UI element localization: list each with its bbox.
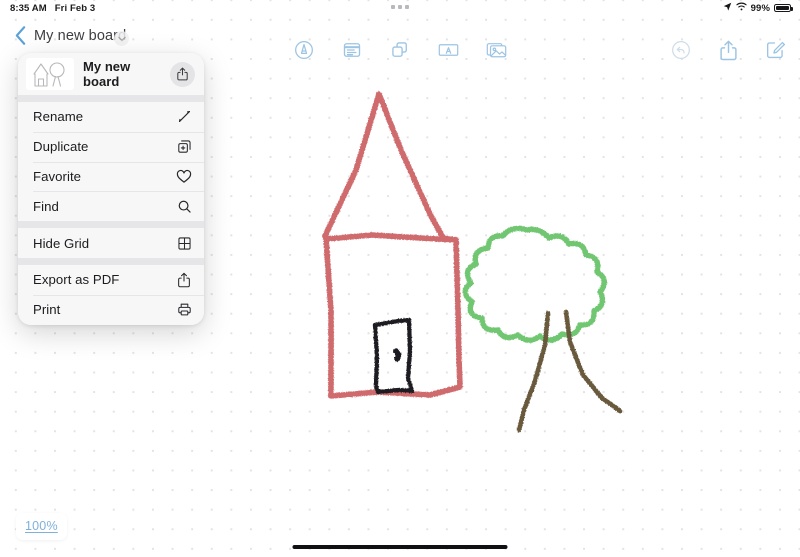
status-bar-right: 99%	[723, 2, 800, 14]
popover-board-title: My new board	[83, 59, 131, 89]
share-up-arrow-icon	[175, 271, 193, 289]
popover-group-1: Rename Duplicate Favorite Find	[18, 102, 204, 222]
popover-group-3: Export as PDF Print	[18, 264, 204, 325]
tree-trunk-sketch	[516, 309, 623, 433]
compose-button[interactable]	[762, 37, 788, 63]
pencil-icon	[175, 108, 193, 126]
text-tool-button[interactable]	[435, 37, 461, 63]
status-bar-left: 8:35 AM Fri Feb 3	[0, 3, 95, 14]
door-sketch	[372, 317, 415, 395]
menu-item-label: Rename	[33, 109, 84, 125]
battery-icon	[774, 3, 793, 13]
status-bar: 8:35 AM Fri Feb 3 99%	[0, 0, 800, 16]
zoom-level-badge[interactable]: 100%	[16, 513, 67, 540]
board-options-popover: My new board Rename Duplicate Favorite F…	[18, 53, 204, 325]
menu-item-label: Duplicate	[33, 139, 89, 155]
duplicate-plus-icon	[175, 138, 193, 156]
location-arrow-icon	[723, 2, 732, 14]
nav-bar: My new board	[0, 16, 800, 60]
popover-share-button[interactable]	[170, 61, 195, 87]
status-date: Fri Feb 3	[54, 2, 96, 14]
battery-percent: 99%	[750, 2, 770, 14]
undo-button[interactable]	[668, 37, 694, 63]
back-button[interactable]	[9, 23, 31, 47]
menu-item-label: Hide Grid	[33, 235, 90, 251]
shapes-tool-button[interactable]	[387, 37, 413, 63]
popover-group-2: Hide Grid	[18, 228, 204, 258]
popover-header: My new board	[18, 53, 204, 95]
menu-item-hide-grid[interactable]: Hide Grid	[18, 228, 204, 258]
menu-item-rename[interactable]: Rename	[18, 102, 204, 132]
tree-canopy-sketch	[462, 225, 607, 343]
note-tool-button[interactable]	[339, 37, 365, 63]
menu-item-export-as-pdf[interactable]: Export as PDF	[18, 265, 204, 295]
chevron-down-icon[interactable]	[114, 31, 129, 46]
status-time: 8:35 AM	[10, 2, 47, 14]
popover-divider	[18, 221, 204, 229]
home-indicator[interactable]	[292, 544, 508, 549]
wifi-icon	[736, 2, 747, 14]
menu-item-label: Favorite	[33, 168, 82, 184]
menu-item-favorite[interactable]: Favorite	[18, 161, 204, 192]
magnifier-icon	[175, 197, 193, 215]
page-title[interactable]: My new board	[34, 28, 126, 44]
zoom-level-label[interactable]: 100%	[25, 519, 58, 533]
menu-item-find[interactable]: Find	[18, 191, 204, 221]
menu-item-label: Export as PDF	[33, 272, 120, 288]
menu-item-label: Print	[33, 302, 61, 318]
multitasking-dots-icon[interactable]	[391, 5, 409, 9]
heart-icon	[175, 167, 193, 185]
menu-item-print[interactable]: Print	[18, 294, 204, 325]
board-thumbnail	[26, 58, 74, 90]
menu-item-label: Find	[33, 198, 59, 214]
media-tool-button[interactable]	[483, 37, 509, 63]
popover-divider	[18, 95, 204, 102]
markup-tool-button[interactable]	[291, 37, 317, 63]
share-button[interactable]	[715, 37, 741, 63]
menu-item-duplicate[interactable]: Duplicate	[18, 131, 204, 162]
right-toolbar	[668, 37, 788, 63]
popover-divider	[18, 257, 204, 265]
grid-icon	[175, 234, 193, 252]
house-sketch	[322, 91, 463, 399]
center-toolbar	[291, 37, 509, 63]
printer-icon	[175, 301, 193, 319]
